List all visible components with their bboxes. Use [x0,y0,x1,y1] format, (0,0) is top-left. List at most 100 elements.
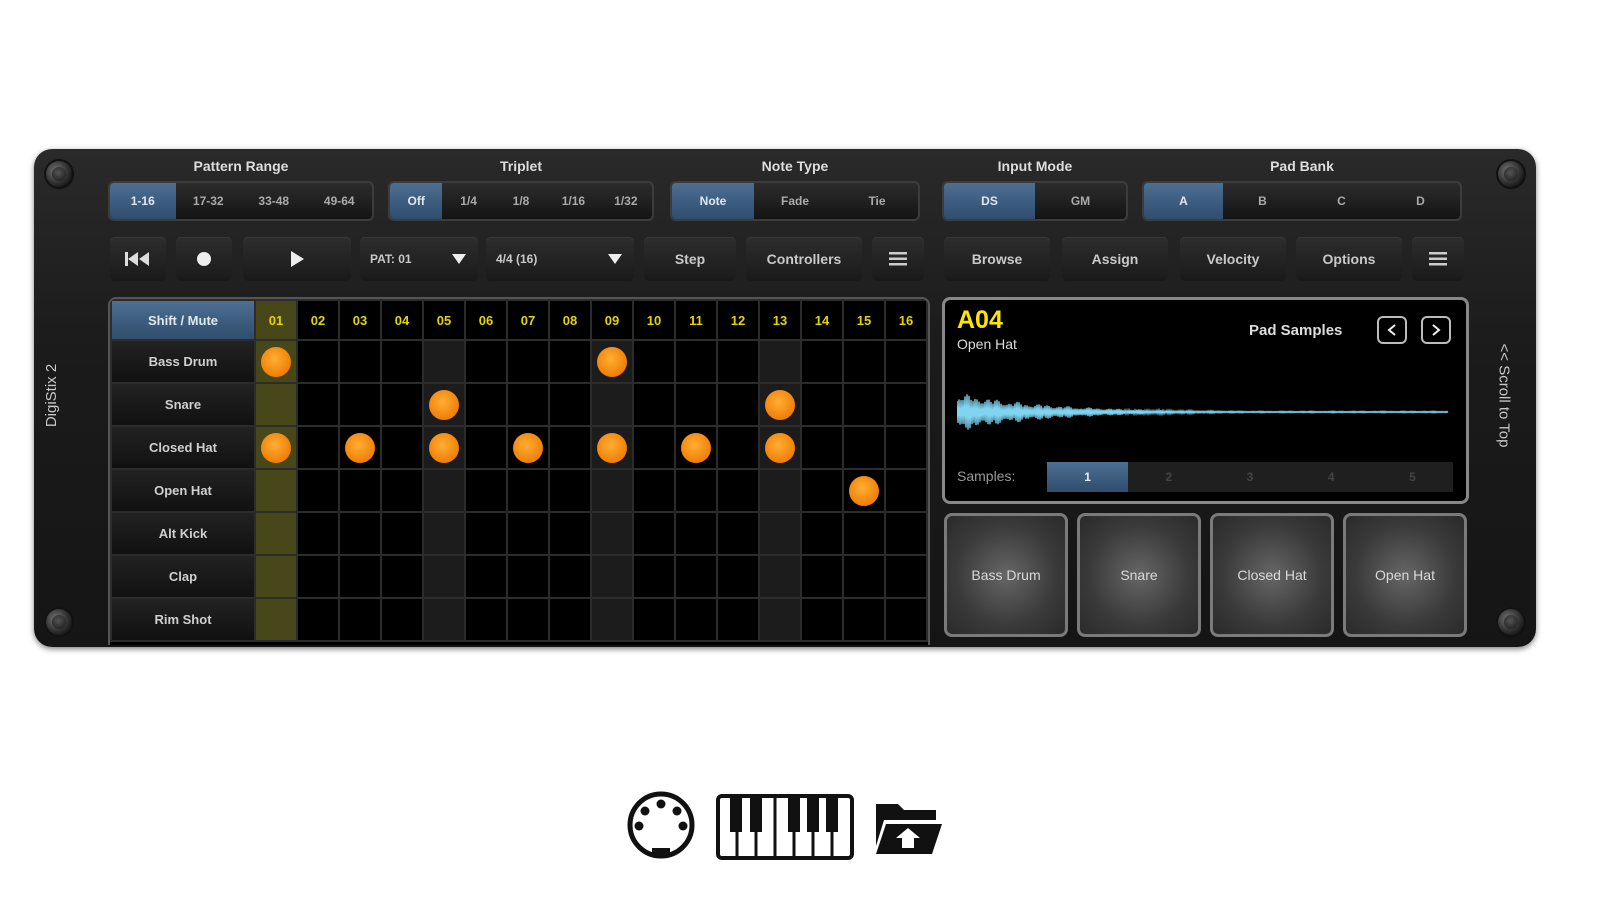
step-cell[interactable] [548,511,592,556]
step-button[interactable]: Step [644,237,736,281]
input-mode-option[interactable]: DS [944,183,1035,219]
sample-slot[interactable]: 2 [1128,462,1209,492]
track-label[interactable]: Rim Shot [110,597,256,642]
step-cell[interactable] [884,382,928,427]
step-cell[interactable] [380,597,424,642]
step-cell[interactable] [758,425,802,470]
triplet-option[interactable]: 1/32 [600,183,652,219]
step-cell[interactable] [380,382,424,427]
controllers-button[interactable]: Controllers [746,237,862,281]
step-cell[interactable] [632,425,676,470]
step-cell[interactable] [296,425,340,470]
step-cell[interactable] [380,554,424,599]
step-cell[interactable] [674,468,718,513]
step-cell[interactable] [590,425,634,470]
browse-button[interactable]: Browse [944,237,1050,281]
step-cell[interactable] [338,468,382,513]
step-cell[interactable] [800,597,844,642]
step-cell[interactable] [506,425,550,470]
step-cell[interactable] [632,382,676,427]
step-cell[interactable] [800,511,844,556]
step-cell[interactable] [884,339,928,384]
pad-open-hat[interactable]: Open Hat [1343,513,1467,637]
step-cell[interactable] [716,597,760,642]
step-cell[interactable] [632,339,676,384]
step-cell[interactable] [632,468,676,513]
step-cell[interactable] [674,554,718,599]
step-cell[interactable] [254,597,298,642]
step-cell[interactable] [758,597,802,642]
step-cell[interactable] [548,554,592,599]
pad-bass-drum[interactable]: Bass Drum [944,513,1068,637]
step-cell[interactable] [380,468,424,513]
step-cell[interactable] [422,339,466,384]
step-cell[interactable] [884,597,928,642]
step-cell[interactable] [338,339,382,384]
step-cell[interactable] [842,339,886,384]
step-cell[interactable] [590,468,634,513]
step-cell[interactable] [632,554,676,599]
step-cell[interactable] [800,339,844,384]
input-mode-option[interactable]: GM [1035,183,1126,219]
step-cell[interactable] [758,382,802,427]
step-cell[interactable] [800,382,844,427]
step-cell[interactable] [674,511,718,556]
pad-bank-option[interactable]: A [1144,183,1223,219]
sequencer-menu-button[interactable] [872,237,924,281]
step-cell[interactable] [506,597,550,642]
next-pad-button[interactable] [1421,316,1451,344]
record-button[interactable] [176,237,232,281]
step-cell[interactable] [464,468,508,513]
step-cell[interactable] [422,425,466,470]
step-cell[interactable] [506,554,550,599]
step-cell[interactable] [716,382,760,427]
step-cell[interactable] [884,511,928,556]
step-cell[interactable] [548,597,592,642]
triplet-option[interactable]: 1/4 [442,183,494,219]
triplet-option[interactable]: Off [390,183,443,219]
step-cell[interactable] [296,382,340,427]
step-cell[interactable] [464,382,508,427]
scroll-to-top-button[interactable]: << Scroll to Top [1495,344,1512,448]
step-cell[interactable] [296,511,340,556]
step-cell[interactable] [632,597,676,642]
step-cell[interactable] [464,511,508,556]
step-cell[interactable] [758,468,802,513]
step-cell[interactable] [464,597,508,642]
step-cell[interactable] [716,425,760,470]
step-cell[interactable] [590,554,634,599]
step-cell[interactable] [422,554,466,599]
step-cell[interactable] [548,468,592,513]
triplet-option[interactable]: 1/16 [547,183,599,219]
step-cell[interactable] [716,468,760,513]
step-cell[interactable] [338,554,382,599]
step-cell[interactable] [338,511,382,556]
step-cell[interactable] [548,425,592,470]
sample-slot[interactable]: 3 [1209,462,1290,492]
step-cell[interactable] [296,554,340,599]
assign-button[interactable]: Assign [1062,237,1168,281]
step-cell[interactable] [254,511,298,556]
step-cell[interactable] [548,339,592,384]
sample-slot[interactable]: 1 [1047,462,1129,492]
note-type-option[interactable]: Note [672,183,754,219]
step-cell[interactable] [380,425,424,470]
pattern-select[interactable]: PAT: 01 [360,237,478,281]
track-label[interactable]: Snare [110,382,256,427]
pads-menu-button[interactable] [1412,237,1464,281]
step-cell[interactable] [464,554,508,599]
step-cell[interactable] [842,425,886,470]
step-cell[interactable] [674,597,718,642]
sample-slot[interactable]: 4 [1291,462,1372,492]
step-cell[interactable] [464,425,508,470]
midi-icon[interactable] [626,790,696,865]
step-cell[interactable] [548,382,592,427]
step-cell[interactable] [422,597,466,642]
velocity-button[interactable]: Velocity [1180,237,1286,281]
folder-icon[interactable] [872,796,944,861]
track-label[interactable]: Bass Drum [110,339,256,384]
step-cell[interactable] [422,511,466,556]
step-cell[interactable] [842,468,886,513]
step-cell[interactable] [506,382,550,427]
step-cell[interactable] [380,339,424,384]
